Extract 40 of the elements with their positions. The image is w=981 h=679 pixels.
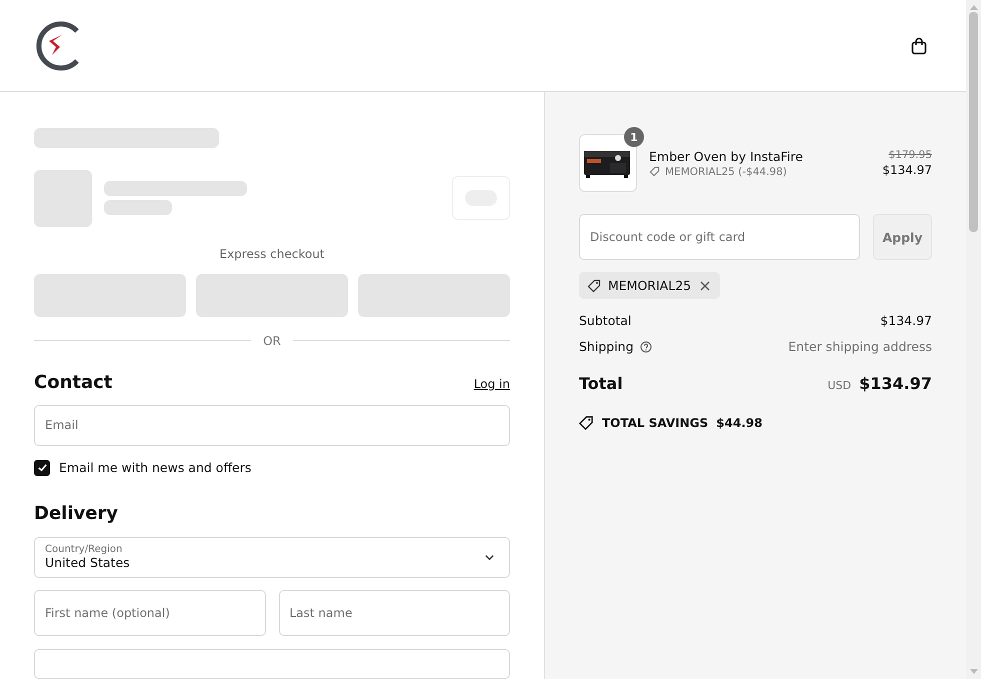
first-name-field[interactable]: First name (optional) (34, 590, 266, 636)
discount-code: MEMORIAL25 (608, 278, 692, 293)
checkmark-icon (36, 462, 48, 474)
close-icon[interactable] (698, 278, 712, 292)
original-price: $179.95 (888, 149, 932, 161)
loading-placeholder (34, 170, 92, 227)
summary-value: Enter shipping address (788, 339, 932, 354)
tag-icon (579, 415, 594, 430)
summary-value: $134.97 (880, 313, 932, 328)
quantity-badge: 1 (624, 127, 644, 147)
apply-button[interactable]: Apply (873, 214, 932, 260)
product-name: Ember Oven by InstaFire (649, 148, 804, 164)
country-select[interactable]: Country/Region United States (34, 536, 510, 578)
loading-placeholder (104, 200, 172, 216)
scrollbar[interactable] (966, 0, 981, 679)
currency-code: USD (828, 379, 852, 392)
section-label: Express checkout (218, 246, 326, 261)
tag-icon (649, 166, 660, 177)
price: $134.97 (882, 163, 932, 177)
help-icon[interactable] (640, 340, 652, 352)
summary-label: Shipping (579, 339, 634, 354)
address-field[interactable] (34, 649, 510, 679)
total-amount: $134.97 (859, 374, 932, 393)
section-heading: Contact (34, 372, 112, 393)
checkbox-label: Email me with news and offers (59, 460, 252, 476)
discount-field[interactable]: Discount code or gift card (579, 214, 860, 260)
divider-label: OR (263, 334, 281, 348)
login-link[interactable]: Log in (474, 376, 510, 391)
shopping-bag-icon (910, 36, 928, 54)
tag-icon (587, 278, 601, 292)
savings-amount: $44.98 (716, 416, 762, 430)
section-heading: Delivery (34, 502, 120, 524)
email-field[interactable]: Email (34, 404, 510, 446)
summary-label: Subtotal (579, 313, 632, 328)
checkbox[interactable] (34, 460, 50, 476)
discount-note: MEMORIAL25 (-$44.98) (665, 166, 787, 178)
total-label: Total (579, 374, 623, 393)
savings-label: TOTAL SAVINGS (602, 416, 708, 430)
last-name-field[interactable]: Last name (278, 590, 510, 636)
scrollbar-thumb[interactable] (969, 12, 978, 232)
